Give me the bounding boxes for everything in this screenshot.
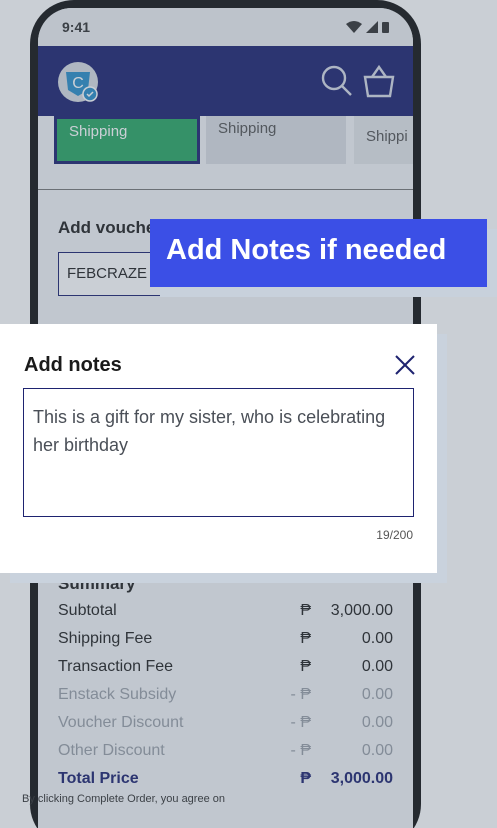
summary-row-subtotal: Subtotal ₱ 3,000.00 xyxy=(58,598,393,626)
shipping-option-label: Shipping xyxy=(69,123,128,140)
notes-textarea[interactable]: This is a gift for my sister, who is cel… xyxy=(23,388,414,517)
callout-label: Add Notes if needed xyxy=(150,219,487,287)
summary-label: Shipping Fee xyxy=(58,630,153,647)
modal-title: Add notes xyxy=(24,354,122,376)
currency-symbol: ₱ xyxy=(300,630,311,647)
character-counter: 19/200 xyxy=(376,528,413,542)
summary-row-transaction-fee: Transaction Fee ₱ 0.00 xyxy=(58,654,393,682)
summary-amount: 3,000.00 xyxy=(330,770,393,787)
currency-symbol: - ₱ xyxy=(290,714,311,731)
status-time: 9:41 xyxy=(62,19,91,35)
battery-icon xyxy=(382,22,389,33)
search-icon[interactable] xyxy=(320,64,354,98)
status-bar: 9:41 xyxy=(38,8,413,46)
voucher-title: Add voucher xyxy=(58,218,162,237)
summary-row-total-price: Total Price ₱ 3,000.00 xyxy=(58,766,393,794)
currency-symbol: ₱ xyxy=(300,770,311,787)
status-icons xyxy=(346,21,389,33)
divider xyxy=(38,189,413,190)
shipping-option[interactable]: Shipping xyxy=(206,116,346,164)
svg-text:C: C xyxy=(72,75,84,92)
summary-amount: 0.00 xyxy=(361,714,393,731)
currency-symbol: ₱ xyxy=(300,658,311,675)
summary-amount: 0.00 xyxy=(361,686,393,703)
wifi-icon xyxy=(346,21,362,33)
app-header: C xyxy=(38,46,413,116)
summary-label: Subtotal xyxy=(58,602,117,619)
add-notes-modal: Add notes This is a gift for my sister, … xyxy=(0,324,437,573)
shipping-option-label: Shipping xyxy=(218,120,277,137)
legal-notice: By clicking Complete Order, you agree on xyxy=(22,793,225,805)
currency-symbol: - ₱ xyxy=(290,686,311,703)
shipping-option[interactable]: Shippi xyxy=(354,116,413,164)
summary-row-enstack-subsidy: Enstack Subsidy - ₱ 0.00 xyxy=(58,682,393,710)
summary-row-other-discount: Other Discount - ₱ 0.00 xyxy=(58,738,393,766)
basket-icon[interactable] xyxy=(362,64,396,98)
summary-label: Enstack Subsidy xyxy=(58,686,177,703)
summary-label: Total Price xyxy=(58,770,139,787)
currency-symbol: - ₱ xyxy=(290,742,311,759)
summary-amount: 0.00 xyxy=(361,742,393,759)
summary-row-shipping-fee: Shipping Fee ₱ 0.00 xyxy=(58,626,393,654)
summary-label: Voucher Discount xyxy=(58,714,184,731)
signal-icon xyxy=(366,21,378,33)
close-icon[interactable] xyxy=(392,352,418,378)
summary-row-voucher-discount: Voucher Discount - ₱ 0.00 xyxy=(58,710,393,738)
summary-amount: 0.00 xyxy=(361,630,393,647)
summary-label: Transaction Fee xyxy=(58,658,174,675)
shipping-option-selected[interactable]: Shipping xyxy=(54,116,200,164)
shipping-options: Shipping Shipping Shippi xyxy=(54,116,413,164)
shipping-option-label: Shippi xyxy=(366,128,408,145)
summary-amount: 3,000.00 xyxy=(330,602,393,619)
app-logo[interactable]: C xyxy=(58,62,98,102)
summary-amount: 0.00 xyxy=(361,658,393,675)
currency-symbol: ₱ xyxy=(300,602,311,619)
summary-label: Other Discount xyxy=(58,742,165,759)
